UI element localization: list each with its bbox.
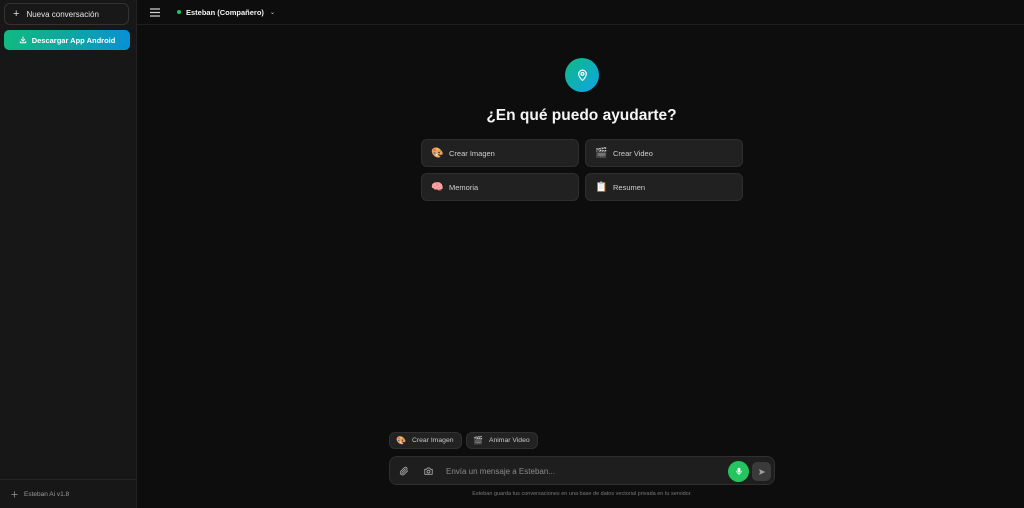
microphone-button[interactable] — [728, 461, 749, 482]
download-android-app-label: Descargar App Android — [31, 35, 116, 45]
sidebar: + Nueva conversación Descargar App Andro… — [0, 0, 137, 508]
suggestion-crear-imagen[interactable]: 🎨 Crear Imagen — [421, 139, 579, 167]
suggestion-label: Resumen — [613, 182, 646, 192]
suggestion-label: Memoria — [449, 182, 479, 192]
chip-label: Crear Imagen — [411, 437, 454, 444]
download-icon — [19, 36, 26, 44]
new-conversation-label: Nueva conversación — [26, 9, 99, 19]
suggestion-label: Crear Video — [613, 148, 653, 158]
attach-file-button[interactable] — [398, 465, 410, 477]
download-android-app-button[interactable]: Descargar App Android — [4, 30, 130, 50]
chevron-down-icon: ⌄ — [269, 9, 275, 16]
palette-icon: 🎨 — [431, 147, 444, 159]
suggestion-resumen[interactable]: 📋 Resumen — [585, 173, 743, 201]
suggestion-label: Crear Imagen — [449, 148, 495, 158]
chip-animar-video[interactable]: 🎬 Animar Video — [466, 432, 538, 449]
model-selector[interactable]: Esteban (Compañero) ⌄ — [177, 8, 275, 17]
sidebar-footer[interactable]: Esteban Ai v1.8 — [0, 479, 137, 508]
message-input[interactable] — [446, 463, 716, 479]
app-root: + Nueva conversación Descargar App Andro… — [0, 0, 1024, 508]
suggestion-memoria[interactable]: 🧠 Memoria — [421, 173, 579, 201]
message-composer — [389, 456, 775, 485]
sparkle-icon — [11, 490, 18, 498]
new-conversation-button[interactable]: + Nueva conversación — [4, 3, 129, 25]
send-button[interactable] — [752, 462, 771, 481]
model-name: Esteban (Compañero) — [186, 7, 264, 17]
brain-icon: 🧠 — [431, 181, 444, 193]
top-bar: Esteban (Compañero) ⌄ — [137, 0, 1024, 25]
online-status-dot — [177, 10, 181, 14]
version-label: Esteban Ai v1.8 — [24, 490, 70, 498]
clapper-board-icon: 🎬 — [595, 147, 608, 159]
paperclip-icon — [399, 466, 409, 476]
hamburger-menu-icon — [150, 7, 160, 17]
welcome-heading: ¿En qué puedo ayudarte? — [486, 107, 677, 124]
location-pin-logo — [565, 58, 599, 92]
send-icon — [758, 468, 765, 475]
menu-toggle-button[interactable] — [149, 6, 161, 18]
plus-icon: + — [13, 7, 20, 20]
suggestion-crear-video[interactable]: 🎬 Crear Video — [585, 139, 743, 167]
camera-button[interactable] — [422, 465, 434, 477]
chip-crear-imagen[interactable]: 🎨 Crear Imagen — [389, 432, 462, 449]
map-pin-icon — [577, 69, 587, 82]
clapper-board-icon: 🎬 — [473, 436, 483, 445]
clipboard-icon: 📋 — [595, 181, 608, 193]
camera-icon — [423, 467, 433, 475]
palette-icon: 🎨 — [396, 436, 406, 445]
microphone-icon — [735, 467, 742, 476]
privacy-disclaimer: Esteban guarda tus conversaciones en una… — [472, 491, 692, 497]
chip-label: Animar Video — [488, 437, 530, 444]
